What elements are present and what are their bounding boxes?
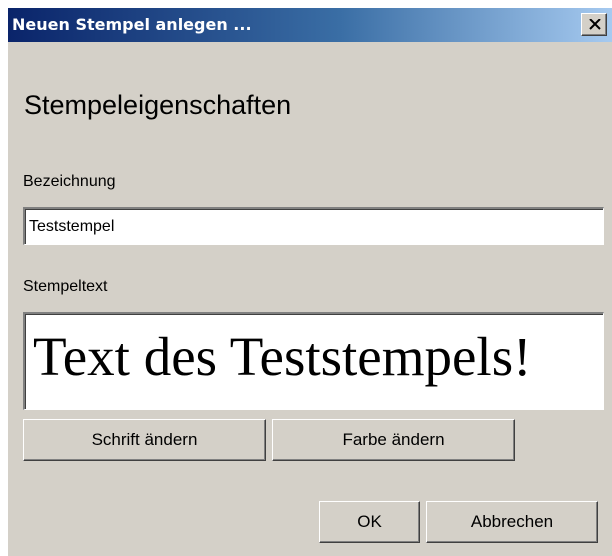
change-font-button[interactable]: Schrift ändern bbox=[23, 419, 266, 461]
stamp-text-label: Stempeltext bbox=[23, 278, 108, 295]
section-heading: Stempeleigenschaften bbox=[24, 90, 292, 120]
close-button[interactable] bbox=[581, 13, 607, 36]
dialog-window: Neuen Stempel anlegen ... Stempeleigensc… bbox=[8, 8, 612, 556]
title-bar[interactable]: Neuen Stempel anlegen ... bbox=[8, 8, 612, 42]
name-label: Bezeichnung bbox=[23, 173, 116, 190]
stamp-text-preview-text: Text des Teststempels! bbox=[33, 326, 532, 387]
ok-button[interactable]: OK bbox=[319, 501, 420, 543]
window-title: Neuen Stempel anlegen ... bbox=[12, 15, 252, 34]
close-icon bbox=[589, 19, 601, 30]
name-input[interactable] bbox=[23, 207, 604, 245]
change-color-button[interactable]: Farbe ändern bbox=[272, 419, 515, 461]
stamp-text-preview: Text des Teststempels! bbox=[23, 312, 604, 410]
cancel-button[interactable]: Abbrechen bbox=[426, 501, 598, 543]
